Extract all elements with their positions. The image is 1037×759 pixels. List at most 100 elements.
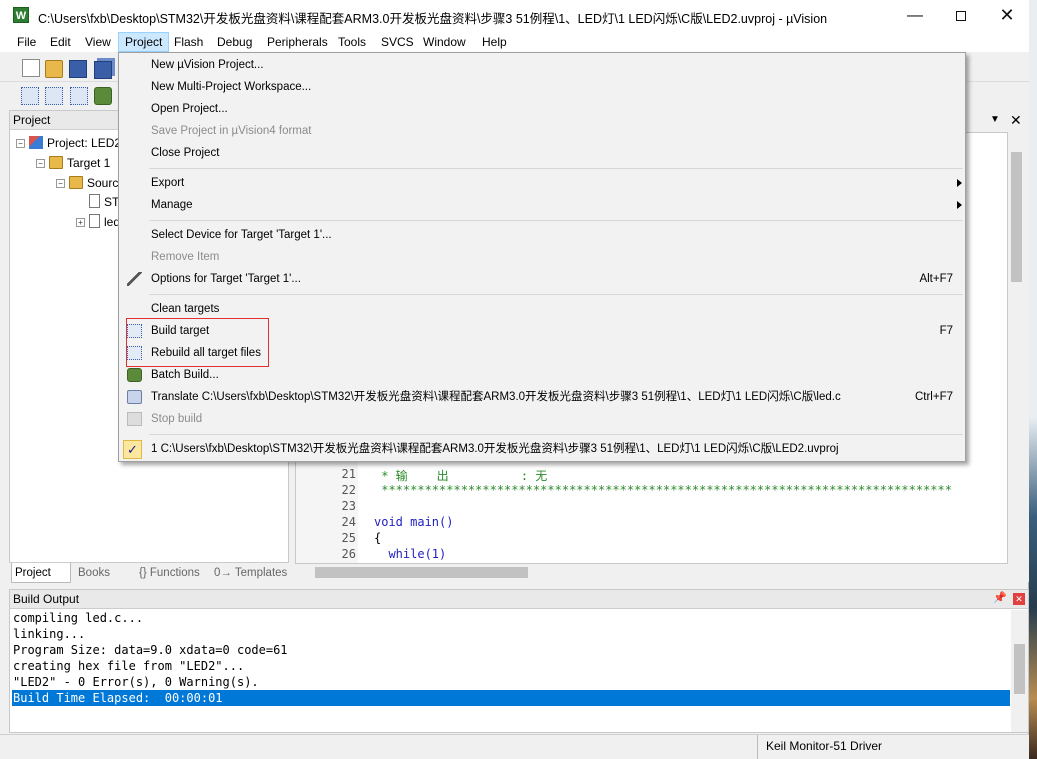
output-line-selected[interactable]: Build Time Elapsed: 00:00:01 <box>12 690 1010 706</box>
build-icon[interactable] <box>45 87 63 105</box>
menu-svcs[interactable]: SVCS <box>375 32 420 52</box>
menu-item-label: New Multi-Project Workspace... <box>151 81 312 93</box>
menu-flash[interactable]: Flash <box>168 32 209 52</box>
minimize-button[interactable]: — <box>892 0 938 31</box>
menu-select-device[interactable]: Select Device for Target 'Target 1'... <box>121 224 965 246</box>
build-output-title: Build Output <box>10 590 1028 609</box>
build-output-panel: Build Output 📌 ✕ compiling led.c... link… <box>9 589 1029 733</box>
menu-project[interactable]: Project <box>118 32 170 52</box>
menu-item-label: Export <box>151 177 185 189</box>
menu-item-label: Options for Target 'Target 1'... <box>151 273 301 285</box>
menu-window[interactable]: Window <box>417 32 472 52</box>
code-line: while(1) <box>374 547 447 561</box>
status-bar: Keil Monitor-51 Driver <box>0 734 1029 759</box>
desktop-background <box>1029 0 1037 759</box>
menu-batch-build[interactable]: Batch Build... <box>121 364 965 386</box>
pin-icon[interactable]: 📌 <box>993 591 1007 604</box>
code-line: * 输 出 : 无 <box>374 469 548 483</box>
maximize-button[interactable] <box>938 0 984 31</box>
menu-view[interactable]: View <box>79 32 117 52</box>
menu-options-for-target[interactable]: Options for Target 'Target 1'... Alt+F7 <box>121 268 965 290</box>
code-line: ****************************************… <box>374 483 952 497</box>
save-all-icon[interactable] <box>94 61 112 79</box>
batch-build-icon[interactable] <box>94 87 112 105</box>
line-number: 23 <box>341 499 356 513</box>
translate-icon <box>127 390 142 404</box>
tab-project[interactable]: Project <box>11 563 71 583</box>
magic-wand-icon <box>127 272 142 286</box>
menu-item-label: Remove Item <box>151 251 220 263</box>
expand-icon[interactable]: + <box>76 218 85 227</box>
scrollbar-thumb[interactable] <box>1011 152 1022 282</box>
menu-stop-build: Stop build <box>121 408 965 430</box>
tab-label: Project <box>15 567 51 579</box>
menu-open-project[interactable]: Open Project... <box>121 98 965 120</box>
target-icon <box>49 156 63 169</box>
close-panel-icon[interactable]: ✕ <box>1013 593 1025 605</box>
menu-recent-project[interactable]: 1 C:\Users\fxb\Desktop\STM32\开发板光盘资料\课程配… <box>121 438 965 460</box>
tab-dropdown-icon[interactable]: ▼ <box>990 114 1000 125</box>
output-line: linking... <box>13 627 86 641</box>
menu-item-label: Stop build <box>151 413 203 425</box>
submenu-arrow-icon <box>957 179 962 187</box>
menu-peripherals[interactable]: Peripherals <box>261 32 334 52</box>
menu-separator <box>149 294 963 295</box>
menu-item-label: Manage <box>151 199 193 211</box>
scrollbar-thumb[interactable] <box>1014 644 1025 694</box>
checkmark-icon: ✓ <box>123 440 142 459</box>
menu-item-label: Close Project <box>151 147 220 159</box>
tree-item-label: Target 1 <box>67 156 111 170</box>
menu-clean-targets[interactable]: Clean targets <box>121 298 965 320</box>
collapse-icon[interactable]: − <box>16 139 25 148</box>
output-line: creating hex file from "LED2"... <box>13 659 245 673</box>
output-scrollbar[interactable] <box>1011 610 1028 732</box>
output-line: "LED2" - 0 Error(s), 0 Warning(s). <box>13 675 259 689</box>
editor-horizontal-scrollbar[interactable] <box>295 564 1008 581</box>
code-line: void main() <box>374 515 454 529</box>
menu-tools[interactable]: Tools <box>332 32 372 52</box>
menu-debug[interactable]: Debug <box>211 32 258 52</box>
rebuild-icon[interactable] <box>70 87 88 105</box>
tab-templates[interactable]: 0→ Templates <box>211 563 287 583</box>
tab-label: 0→ Templates <box>214 567 288 579</box>
editor-vertical-scrollbar[interactable] <box>1008 132 1025 564</box>
menu-item-label: Save Project in µVision4 format <box>151 125 312 137</box>
menu-separator <box>149 434 963 435</box>
file-icon <box>89 194 100 208</box>
maximize-icon <box>956 10 966 21</box>
new-file-icon[interactable] <box>22 59 40 77</box>
output-line: Program Size: data=9.0 xdata=0 code=61 <box>13 643 288 657</box>
menu-translate[interactable]: Translate C:\Users\fxb\Desktop\STM32\开发板… <box>121 386 965 408</box>
translate-icon[interactable] <box>21 87 39 105</box>
tab-functions[interactable]: {} Functions <box>136 563 208 583</box>
menu-new-workspace[interactable]: New Multi-Project Workspace... <box>121 76 965 98</box>
tree-item-target[interactable]: − Target 1 <box>36 153 110 173</box>
menu-item-label: Select Device for Target 'Target 1'... <box>151 229 332 241</box>
menu-new-project[interactable]: New µVision Project... <box>121 54 965 76</box>
menu-manage[interactable]: Manage <box>121 194 965 216</box>
scrollbar-thumb[interactable] <box>315 567 528 578</box>
open-file-icon[interactable] <box>45 60 63 78</box>
line-number: 24 <box>341 515 356 529</box>
collapse-icon[interactable]: − <box>36 159 45 168</box>
tree-item-project[interactable]: − Project: LED2 <box>16 133 121 153</box>
menu-separator <box>149 168 963 169</box>
line-number: 22 <box>341 483 356 497</box>
menu-edit[interactable]: Edit <box>44 32 77 52</box>
close-window-button[interactable]: ✕ <box>984 0 1030 31</box>
menu-help[interactable]: Help <box>476 32 513 52</box>
batch-build-icon <box>127 368 142 382</box>
close-editor-icon[interactable]: ✕ <box>1010 112 1022 129</box>
code-line: { <box>374 531 382 545</box>
menu-file[interactable]: File <box>11 32 42 52</box>
submenu-arrow-icon <box>957 201 962 209</box>
line-number: 25 <box>341 531 356 545</box>
collapse-icon[interactable]: − <box>56 179 65 188</box>
menu-export[interactable]: Export <box>121 172 965 194</box>
menu-item-label: Open Project... <box>151 103 228 115</box>
save-icon[interactable] <box>69 60 87 78</box>
menu-close-project[interactable]: Close Project <box>121 142 965 164</box>
tab-books[interactable]: Books <box>75 563 132 583</box>
uvision-app-icon[interactable]: W <box>13 7 29 23</box>
line-number: 21 <box>341 467 356 481</box>
